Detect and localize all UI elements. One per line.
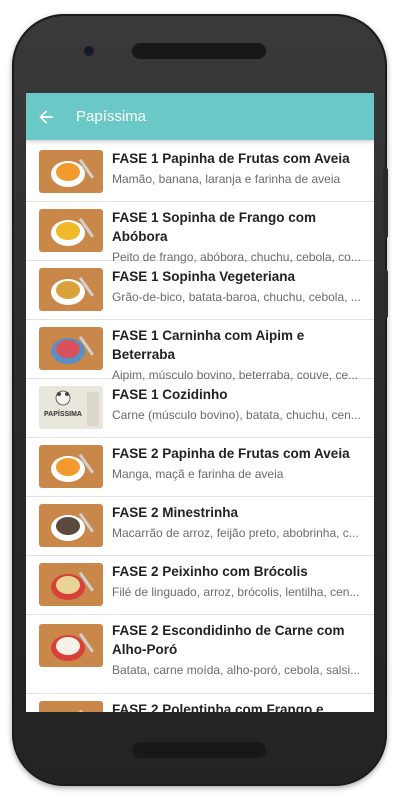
recipe-ingredients: Macarrão de arroz, feijão preto, abobrin… [112,526,359,540]
recipe-thumbnail [39,445,103,488]
recipe-ingredients: Carne (músculo bovino), batata, chuchu, … [112,408,361,422]
app-screen: Papíssima FASE 1 Papinha de Frutas com A… [26,93,374,712]
recipe-list-item[interactable]: FASE 1 Papinha de Frutas com Aveia Mamão,… [26,143,374,202]
recipe-thumbnail [39,150,103,193]
power-button [383,168,388,238]
recipe-title: FASE 2 Papinha de Frutas com Aveia [112,446,350,461]
recipe-list-item[interactable]: PAPÍSSIMA FASE 1 Cozidinho Carne (músculo … [26,379,374,438]
recipe-thumbnail [39,504,103,547]
recipe-text: FASE 2 Papinha de Frutas com Aveia Manga,… [112,444,366,483]
recipe-list-item[interactable]: FASE 2 Minestrinha Macarrão de arroz, fei… [26,497,374,556]
recipe-text: FASE 1 Cozidinho Carne (músculo bovino), … [112,385,366,424]
recipe-title: FASE 2 Escondidinho de Carne com Alho-Po… [112,623,345,657]
recipe-title: FASE 1 Sopinha de Frango com Abóbora [112,210,317,244]
volume-button [383,270,388,318]
recipe-ingredients: Grão-de-bico, batata-baroa, chuchu, cebo… [112,290,361,304]
app-bar: Papíssima [26,93,374,140]
recipe-title: FASE 1 Papinha de Frutas com Aveia [112,151,350,166]
recipe-thumbnail [39,209,103,252]
recipe-text: FASE 2 Polentinha com Frango e Acelga [112,700,366,712]
recipe-title: FASE 1 Sopinha Vegeteriana [112,269,296,284]
recipe-text: FASE 2 Minestrinha Macarrão de arroz, fei… [112,503,366,542]
recipe-list-item[interactable]: FASE 1 Carninha com Aipim e Beterraba Aip… [26,320,374,382]
recipe-thumbnail: PAPÍSSIMA [39,386,103,429]
recipe-thumbnail [39,563,103,606]
recipe-thumbnail [39,327,103,370]
bottom-speaker [132,742,266,758]
recipe-list-item[interactable]: FASE 2 Polentinha com Frango e Acelga [26,694,374,712]
recipe-list-item[interactable]: FASE 2 Peixinho com Brócolis Filé de ling… [26,556,374,615]
recipe-title: FASE 2 Polentinha com Frango e Acelga [112,702,324,712]
recipe-text: FASE 2 Escondidinho de Carne com Alho-Po… [112,621,366,679]
arrow-left-icon[interactable] [36,107,56,127]
recipe-list-item[interactable]: FASE 1 Sopinha de Frango com Abóbora Peit… [26,202,374,264]
recipe-ingredients: Manga, maçã e farinha de aveia [112,467,284,481]
recipe-title: FASE 2 Minestrinha [112,505,239,520]
recipe-list-item[interactable]: FASE 2 Escondidinho de Carne com Alho-Po… [26,615,374,694]
recipe-text: FASE 1 Carninha com Aipim e Beterraba Aip… [112,326,366,384]
recipe-list-item[interactable]: FASE 2 Papinha de Frutas com Aveia Manga,… [26,438,374,497]
recipe-thumbnail [39,268,103,311]
recipe-list[interactable]: FASE 1 Papinha de Frutas com Aveia Mamão,… [26,143,374,712]
earpiece-speaker [132,43,266,59]
recipe-text: FASE 1 Papinha de Frutas com Aveia Mamão,… [112,149,366,188]
recipe-ingredients: Filé de linguado, arroz, brócolis, lenti… [112,585,360,599]
recipe-text: FASE 1 Sopinha Vegeteriana Grão-de-bico, … [112,267,366,306]
recipe-thumbnail [39,701,103,712]
recipe-text: FASE 2 Peixinho com Brócolis Filé de ling… [112,562,366,601]
thumb-logo-text: PAPÍSSIMA [44,409,82,418]
recipe-list-item[interactable]: FASE 1 Sopinha Vegeteriana Grão-de-bico, … [26,261,374,320]
recipe-thumbnail [39,624,103,667]
front-camera [84,46,94,56]
recipe-title: FASE 1 Carninha com Aipim e Beterraba [112,328,305,362]
recipe-ingredients: Mamão, banana, laranja e farinha de avei… [112,172,341,186]
recipe-title: FASE 2 Peixinho com Brócolis [112,564,308,579]
recipe-text: FASE 1 Sopinha de Frango com Abóbora Peit… [112,208,366,266]
recipe-ingredients: Batata, carne moída, alho-poró, cebola, … [112,663,361,677]
app-title: Papíssima [76,108,147,125]
recipe-title: FASE 1 Cozidinho [112,387,228,402]
